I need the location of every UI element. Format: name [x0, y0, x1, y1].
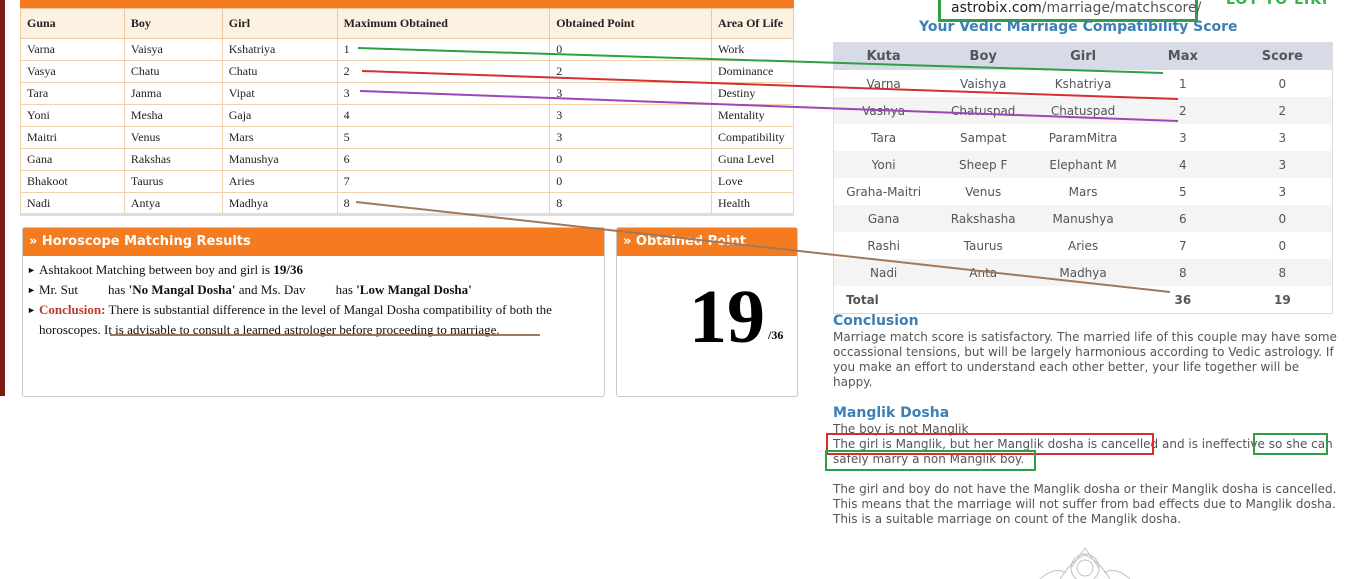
- green-annotation-line: [357, 47, 1164, 74]
- mandala-ornament-icon: [1039, 547, 1131, 579]
- annotation-overlay: [110, 47, 1179, 579]
- brown-annotation-line: [355, 201, 1171, 293]
